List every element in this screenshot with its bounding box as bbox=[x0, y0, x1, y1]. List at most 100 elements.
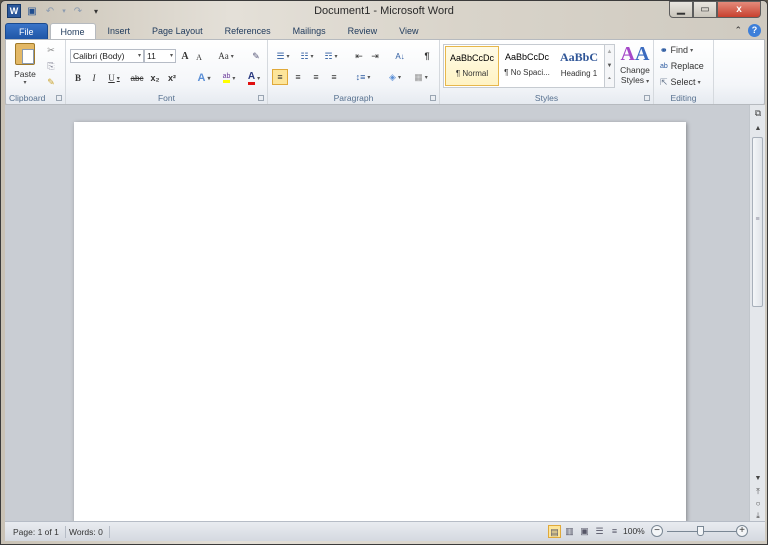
decrease-indent-button[interactable]: ⇤ bbox=[352, 48, 366, 64]
font-size-combo[interactable]: 11 ▾ bbox=[144, 49, 176, 63]
sort-button[interactable]: A↓ bbox=[392, 48, 408, 64]
format-painter-icon[interactable]: ✎ bbox=[44, 74, 58, 90]
tab-mailings[interactable]: Mailings bbox=[283, 23, 336, 40]
change-styles-icon: AA bbox=[620, 43, 650, 65]
clear-formatting-button[interactable]: ✎ bbox=[249, 48, 263, 64]
bullets-button[interactable]: ☰ ▾ bbox=[272, 48, 294, 64]
clipboard-launcher-icon[interactable] bbox=[56, 95, 62, 101]
zoom-slider-track[interactable] bbox=[667, 531, 743, 532]
justify-button[interactable]: ≡ bbox=[326, 69, 342, 85]
italic-button[interactable]: I bbox=[88, 70, 100, 86]
scrollbar-thumb[interactable]: ≡ bbox=[752, 137, 763, 307]
document-page[interactable] bbox=[74, 122, 686, 522]
minimize-ribbon-icon[interactable]: ⌃ bbox=[734, 25, 742, 36]
minimize-button[interactable]: ▁ bbox=[669, 1, 693, 18]
style-normal[interactable]: AaBbCcDc ¶ Normal bbox=[445, 46, 499, 86]
justify-icon: ≡ bbox=[331, 72, 337, 82]
select-button[interactable]: ⇱ Select ▾ bbox=[660, 74, 701, 90]
tab-page-layout[interactable]: Page Layout bbox=[142, 23, 213, 40]
close-button[interactable]: x bbox=[717, 1, 761, 18]
increase-indent-button[interactable]: ⇥ bbox=[368, 48, 382, 64]
align-left-button[interactable]: ≡ bbox=[272, 69, 288, 85]
cursor-icon: ⇱ bbox=[660, 76, 668, 87]
tab-review[interactable]: Review bbox=[338, 23, 388, 40]
vertical-scrollbar[interactable]: ⧉ ▲ ≡ ▼ ⤒ ○ ⤓ bbox=[749, 105, 765, 521]
full-screen-reading-icon[interactable]: ▥ bbox=[563, 525, 576, 538]
ruler-toggle-icon[interactable]: ⧉ bbox=[750, 108, 766, 119]
tab-insert[interactable]: Insert bbox=[98, 23, 141, 40]
style-sample: AaBbCcDc bbox=[449, 53, 494, 63]
more-styles-icon[interactable]: ⩡ bbox=[605, 73, 614, 85]
replace-button[interactable]: ab Replace bbox=[660, 58, 704, 74]
scroll-down-icon[interactable]: ▼ bbox=[750, 475, 766, 482]
scroll-down-icon[interactable]: ▼ bbox=[605, 59, 614, 73]
zoom-out-icon[interactable]: − bbox=[651, 525, 663, 537]
maximize-icon: ▭ bbox=[700, 4, 710, 15]
paragraph-launcher-icon[interactable] bbox=[430, 95, 436, 101]
page-count[interactable]: Page: 1 of 1 bbox=[7, 526, 66, 538]
styles-launcher-icon[interactable] bbox=[644, 95, 650, 101]
copy-icon[interactable]: ⎘ bbox=[44, 58, 58, 74]
browse-object-icon[interactable]: ○ bbox=[750, 499, 766, 508]
zoom-slider-thumb[interactable] bbox=[697, 526, 704, 536]
bullets-icon: ☰ bbox=[276, 50, 285, 61]
highlight-button[interactable]: ab ▾ bbox=[217, 70, 241, 86]
web-layout-icon[interactable]: ▣ bbox=[578, 525, 591, 538]
styles-gallery-scroll[interactable]: ▲ ▼ ⩡ bbox=[604, 45, 614, 87]
tab-view[interactable]: View bbox=[389, 23, 428, 40]
bold-button[interactable]: B bbox=[72, 70, 84, 86]
underline-button[interactable]: U ▾ bbox=[104, 70, 124, 86]
style-name: Heading 1 bbox=[560, 69, 598, 78]
zoom-level[interactable]: 100% bbox=[623, 526, 645, 536]
draft-view-icon[interactable]: ≡ bbox=[608, 525, 621, 538]
multilevel-list-icon: ☶ bbox=[324, 50, 333, 61]
scroll-up-icon[interactable]: ▲ bbox=[605, 45, 614, 59]
cut-icon[interactable]: ✂ bbox=[44, 42, 58, 58]
maximize-button[interactable]: ▭ bbox=[693, 1, 717, 18]
help-icon[interactable]: ? bbox=[748, 24, 761, 37]
find-button[interactable]: ⚭ Find ▾ bbox=[660, 42, 693, 58]
status-bar: Page: 1 of 1 Words: 0 ▤ ▥ ▣ ☰ ≡ 100% − + bbox=[5, 521, 765, 541]
align-right-button[interactable]: ≡ bbox=[308, 69, 324, 85]
style-no-spacing[interactable]: AaBbCcDc ¶ No Spaci... bbox=[500, 46, 554, 86]
decrease-indent-icon: ⇤ bbox=[355, 50, 363, 61]
shading-button[interactable]: ◈ ▾ bbox=[384, 69, 406, 85]
grow-font-button[interactable]: A bbox=[179, 48, 191, 64]
ribbon-tabs: File Home Insert Page Layout References … bbox=[5, 22, 765, 40]
change-case-button[interactable]: Aa ▾ bbox=[216, 48, 236, 64]
show-hide-button[interactable]: ¶ bbox=[420, 48, 434, 64]
center-button[interactable]: ≡ bbox=[290, 69, 306, 85]
text-effects-button[interactable]: A ▾ bbox=[194, 70, 214, 86]
tab-home[interactable]: Home bbox=[49, 23, 96, 40]
print-layout-view-icon[interactable]: ▤ bbox=[548, 525, 561, 538]
zoom-in-icon[interactable]: + bbox=[736, 525, 748, 537]
tab-references[interactable]: References bbox=[215, 23, 281, 40]
scroll-up-icon[interactable]: ▲ bbox=[750, 125, 766, 132]
line-spacing-button[interactable]: ↕≡ ▾ bbox=[352, 69, 374, 85]
style-name: ¶ No Spaci... bbox=[504, 68, 550, 77]
next-page-icon[interactable]: ⤓ bbox=[750, 511, 766, 521]
font-launcher-icon[interactable] bbox=[258, 95, 264, 101]
subscript-button[interactable]: x₂ bbox=[148, 70, 162, 86]
shrink-font-button[interactable]: A bbox=[193, 49, 205, 65]
font-name-value: Calibri (Body) bbox=[73, 51, 125, 61]
paragraph-group: ☰ ▾ ☷ ▾ ☶ ▾ ⇤ ⇥ A↓ ¶ ≡ ≡ ≡ ≡ ↕≡ ▾ ◈ ▾ ▦ ▾ Para… bbox=[268, 40, 440, 104]
change-styles-label: Change bbox=[620, 65, 650, 75]
change-styles-button[interactable]: AA Change Styles ▾ bbox=[618, 43, 652, 85]
style-heading-1[interactable]: AaBbC Heading 1 bbox=[554, 46, 604, 86]
numbering-button[interactable]: ☷ ▾ bbox=[296, 48, 318, 64]
tab-file[interactable]: File bbox=[5, 23, 48, 40]
font-color-button[interactable]: A ▾ bbox=[244, 70, 264, 86]
previous-page-icon[interactable]: ⤒ bbox=[750, 487, 766, 497]
font-name-combo[interactable]: Calibri (Body) ▾ bbox=[70, 49, 144, 63]
borders-button[interactable]: ▦ ▾ bbox=[410, 69, 432, 85]
superscript-button[interactable]: x² bbox=[165, 70, 179, 86]
multilevel-list-button[interactable]: ☶ ▾ bbox=[320, 48, 342, 64]
outline-view-icon[interactable]: ☰ bbox=[593, 525, 606, 538]
paste-button[interactable]: Paste ▾ bbox=[11, 43, 39, 89]
grow-font-icon: A bbox=[181, 50, 189, 62]
line-spacing-icon: ↕≡ bbox=[355, 72, 366, 82]
font-group: Calibri (Body) ▾ 11 ▾ A A Aa ▾ ✎ B I U ▾ abc… bbox=[66, 40, 268, 104]
strikethrough-button[interactable]: abc bbox=[129, 70, 145, 86]
word-count[interactable]: Words: 0 bbox=[63, 526, 110, 538]
